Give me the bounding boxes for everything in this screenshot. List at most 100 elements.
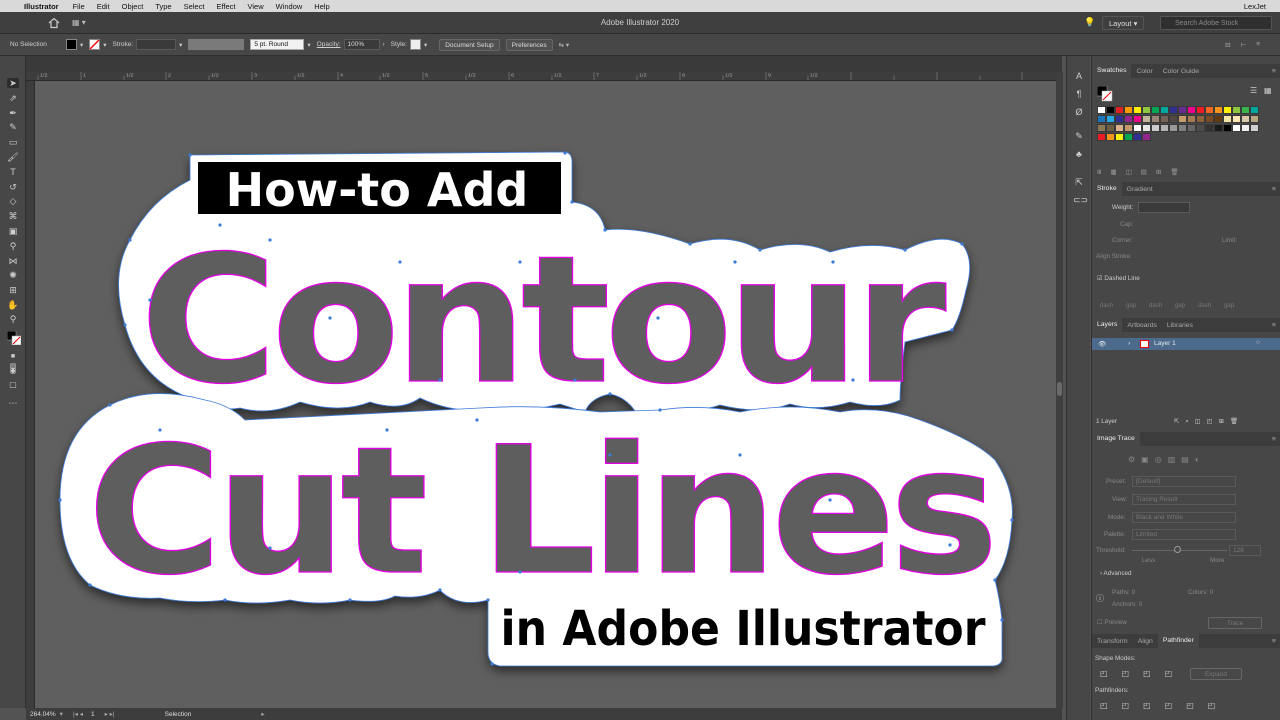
swatch[interactable] (1241, 124, 1250, 132)
menu-window[interactable]: Window (270, 2, 309, 11)
menu-app-name[interactable]: Illustrator (22, 2, 67, 11)
swatch[interactable] (1097, 124, 1106, 132)
swatch[interactable] (1124, 133, 1133, 141)
layer-row[interactable]: 👁 › Layer 1 ○ (1092, 338, 1280, 350)
rectangle-tool-icon[interactable]: ▭ (7, 137, 19, 147)
in-adobe-illustrator-text[interactable]: in Adobe Illustrator (501, 601, 986, 657)
stroke-swatch[interactable] (89, 39, 101, 50)
swatch[interactable] (1250, 115, 1259, 123)
transform-icon[interactable]: ⊢ (1241, 41, 1247, 49)
swatch[interactable] (1196, 124, 1205, 132)
artboard-number[interactable]: 1 (91, 711, 95, 718)
swatch[interactable] (1232, 115, 1241, 123)
layer-actions-icon[interactable]: ⇱⌕◫◰⊞🗑 (1174, 417, 1244, 426)
swatch[interactable] (1169, 106, 1178, 114)
artboard-tool-icon[interactable]: ⊞ (7, 285, 19, 295)
tab-color-guide[interactable]: Color Guide (1158, 68, 1204, 75)
selection-tool-icon[interactable]: ➤ (7, 78, 19, 88)
swatch[interactable] (1124, 106, 1133, 114)
tab-image-trace[interactable]: Image Trace (1092, 432, 1140, 446)
hand-tool-icon[interactable]: ✋ (7, 300, 19, 310)
swatch[interactable] (1187, 106, 1196, 114)
export-panel-icon[interactable]: ⇱ (1073, 176, 1085, 188)
drawing-mode-icon[interactable]: ◉ (7, 366, 19, 376)
swatch[interactable] (1241, 115, 1250, 123)
tab-pathfinder[interactable]: Pathfinder (1157, 634, 1199, 648)
menu-help[interactable]: Help (308, 2, 335, 11)
rotate-tool-icon[interactable]: ↺ (7, 182, 19, 192)
swatch[interactable] (1241, 106, 1250, 114)
swatch[interactable] (1142, 115, 1151, 123)
preferences-button[interactable]: Preferences (505, 38, 553, 51)
swatch[interactable] (1214, 106, 1223, 114)
expand-button[interactable]: Expand (1190, 668, 1242, 680)
fill-stroke-icon[interactable] (6, 330, 22, 346)
direct-selection-tool-icon[interactable]: ⇗ (7, 93, 19, 103)
layer-expand-icon[interactable]: › (1128, 340, 1130, 347)
swatch[interactable] (1115, 124, 1124, 132)
brush-control[interactable]: 5 pt. Round ▾ (250, 39, 311, 50)
curvature-tool-icon[interactable]: ✎ (7, 122, 19, 132)
status-mode[interactable]: Selection (165, 711, 192, 718)
status-arrow-icon[interactable]: ▸ (261, 710, 264, 718)
how-to-add-text[interactable]: How-to Add (226, 163, 529, 217)
layer-name[interactable]: Layer 1 (1154, 340, 1176, 347)
trace-preset-icons[interactable]: ⚙▣◎▥▤◐ (1128, 455, 1206, 464)
links-panel-icon[interactable]: ⊂⊃ (1073, 194, 1088, 206)
swatch[interactable] (1169, 115, 1178, 123)
image-trace-menu-icon[interactable]: ≡ (1267, 436, 1280, 443)
swatch[interactable] (1223, 115, 1232, 123)
opentype-panel-icon[interactable]: Ø (1073, 106, 1085, 118)
delete-swatch-icon[interactable]: 🗑 (1170, 168, 1178, 176)
swatch[interactable] (1223, 124, 1232, 132)
tab-stroke[interactable]: Stroke (1092, 182, 1122, 196)
mode-select[interactable]: Black and White (1132, 512, 1236, 523)
zoom-tool-icon[interactable]: ⚲ (7, 314, 19, 324)
artwork[interactable]: How-to Add Contour Cut Lines in Adobe Il… (35, 81, 1056, 708)
stroke-weight-field[interactable] (136, 39, 177, 50)
palette-select[interactable]: Limited (1132, 529, 1236, 540)
fill-swatch[interactable] (66, 39, 77, 50)
artboard-nav-prev-icon[interactable]: |◂ ◂ (73, 710, 83, 718)
pathfinder-menu-icon[interactable]: ≡ (1267, 638, 1280, 645)
eyedropper-tool-icon[interactable]: ⚲ (7, 241, 19, 251)
swatch[interactable] (1196, 106, 1205, 114)
variable-width-control[interactable] (188, 39, 245, 50)
swatch[interactable] (1097, 115, 1106, 123)
search-stock-input[interactable]: Search Adobe Stock (1160, 16, 1272, 30)
swatch[interactable] (1214, 124, 1223, 132)
swatch[interactable] (1160, 115, 1169, 123)
swatch[interactable] (1097, 106, 1106, 114)
swatch[interactable] (1178, 106, 1187, 114)
swatch[interactable] (1160, 106, 1169, 114)
swatch[interactable] (1106, 124, 1115, 132)
swatch[interactable] (1160, 124, 1169, 132)
swatch[interactable] (1232, 106, 1241, 114)
paragraph-panel-icon[interactable]: ¶ (1073, 88, 1085, 100)
opacity-field[interactable]: 100% (343, 39, 380, 50)
swatch[interactable] (1250, 124, 1259, 132)
swatch[interactable] (1133, 133, 1142, 141)
lightbulb-icon[interactable]: 💡 (1084, 17, 1095, 28)
swatch[interactable] (1214, 115, 1223, 123)
stroke-color-control[interactable]: ▾ (89, 39, 107, 50)
fill-control[interactable]: ▾ (66, 39, 83, 50)
swatch[interactable] (1142, 133, 1151, 141)
swatch[interactable] (1196, 115, 1205, 123)
tab-transform[interactable]: Transform (1092, 638, 1133, 645)
document-setup-button[interactable]: Document Setup (439, 38, 500, 51)
swatch[interactable] (1205, 115, 1214, 123)
swatch[interactable] (1133, 124, 1142, 132)
swatch[interactable] (1106, 133, 1115, 141)
swatch[interactable] (1115, 115, 1124, 123)
swatch[interactable] (1169, 124, 1178, 132)
menu-file[interactable]: File (67, 2, 91, 11)
show-swatch-kinds-icon[interactable]: ▦ (1110, 168, 1116, 176)
swatch[interactable] (1223, 106, 1232, 114)
menu-effect[interactable]: Effect (210, 2, 241, 11)
view-select[interactable]: Tracing Result (1132, 494, 1236, 505)
swatch[interactable] (1115, 106, 1124, 114)
menu-view[interactable]: View (241, 2, 269, 11)
swatch[interactable] (1106, 115, 1115, 123)
blend-tool-icon[interactable]: ⋈ (7, 256, 19, 266)
